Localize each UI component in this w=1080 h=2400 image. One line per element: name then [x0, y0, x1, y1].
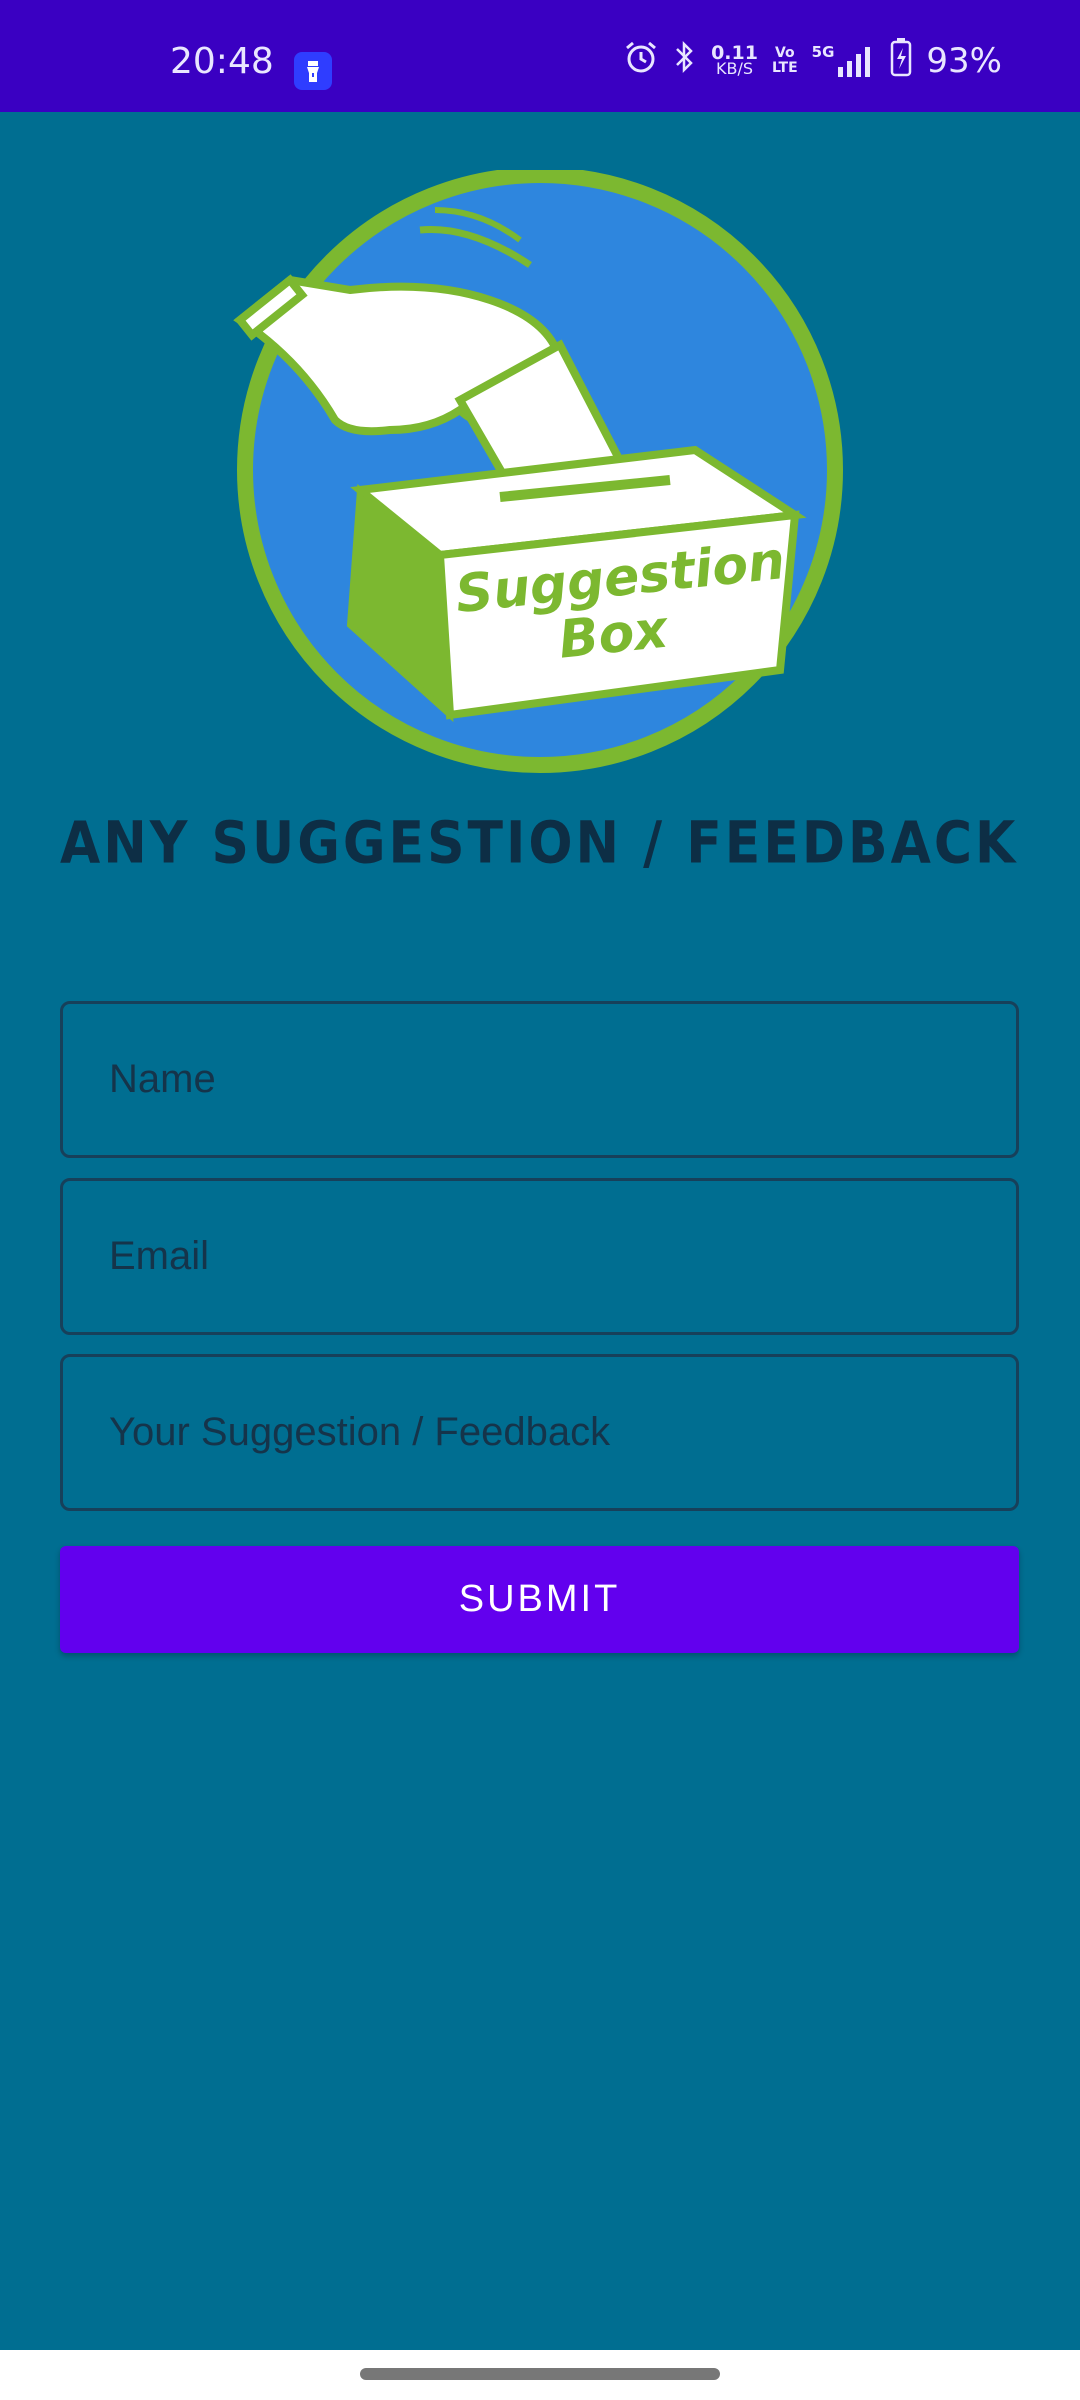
status-icons: 0.11 KB/S Vo LTE 5G 93%: [623, 37, 1002, 84]
volte-bottom: LTE: [771, 60, 798, 76]
signal-indicator: 5G: [812, 43, 877, 79]
logo-text-line2: Box: [556, 599, 672, 670]
status-time: 20:48: [170, 41, 274, 82]
battery-percentage: 93%: [926, 41, 1002, 81]
volte-top: Vo: [774, 45, 795, 61]
suggestion-box-logo: Suggestion Box: [230, 167, 850, 780]
email-field[interactable]: [60, 1178, 1019, 1335]
battery-icon: [890, 37, 912, 86]
email-input[interactable]: [63, 1181, 1016, 1332]
network-speed-unit: KB/S: [716, 59, 754, 78]
alarm-icon: [623, 39, 659, 84]
submit-button[interactable]: SUBMIT: [60, 1546, 1019, 1653]
name-field[interactable]: [60, 1001, 1019, 1158]
torch-app-icon: [294, 52, 332, 90]
feedback-field[interactable]: [60, 1354, 1019, 1511]
name-input[interactable]: [63, 1004, 1016, 1155]
signal-icon: [838, 47, 871, 77]
home-gesture-handle[interactable]: [360, 2368, 720, 2380]
page-title: ANY SUGGESTION / FEEDBACK: [60, 810, 1019, 878]
status-bar: 20:48 0.11 KB/S Vo LTE 5G 93%: [0, 0, 1080, 112]
network-speed: 0.11 KB/S: [711, 44, 758, 78]
feedback-input[interactable]: [63, 1357, 1016, 1508]
volte-indicator: Vo LTE: [772, 46, 798, 76]
network-type: 5G: [811, 43, 835, 61]
bluetooth-icon: [673, 39, 697, 84]
navigation-bar: [0, 2350, 1080, 2400]
